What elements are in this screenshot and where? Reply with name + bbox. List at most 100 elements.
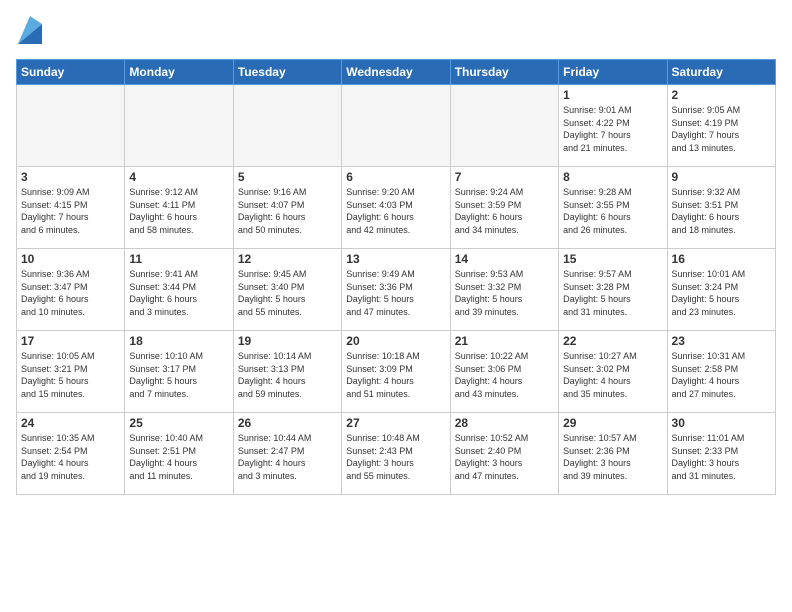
day-info: Sunrise: 10:14 AMSunset: 3:13 PMDaylight… xyxy=(238,350,337,400)
day-number: 22 xyxy=(563,334,662,348)
week-row-2: 3 Sunrise: 9:09 AMSunset: 4:15 PMDaylight… xyxy=(17,167,776,249)
day-number: 14 xyxy=(455,252,554,266)
day-info: Sunrise: 10:01 AMSunset: 3:24 PMDaylight… xyxy=(672,268,771,318)
day-info: Sunrise: 9:41 AMSunset: 3:44 PMDaylight:… xyxy=(129,268,228,318)
day-cell: 11 Sunrise: 9:41 AMSunset: 3:44 PMDayligh… xyxy=(125,249,233,331)
day-info: Sunrise: 11:01 AMSunset: 2:33 PMDaylight… xyxy=(672,432,771,482)
day-cell xyxy=(17,85,125,167)
day-number: 17 xyxy=(21,334,120,348)
day-number: 28 xyxy=(455,416,554,430)
day-cell: 23Sunrise: 10:31 AMSunset: 2:58 PMDaylig… xyxy=(667,331,775,413)
day-number: 11 xyxy=(129,252,228,266)
day-cell xyxy=(342,85,450,167)
day-cell: 22 Sunrise: 10:27 AMSunset: 3:02 PMDaylig… xyxy=(559,331,667,413)
day-number: 30 xyxy=(672,416,771,430)
week-row-5: 24 Sunrise: 10:35 AMSunset: 2:54 PMDaylig… xyxy=(17,413,776,495)
col-header-sunday: Sunday xyxy=(17,60,125,85)
day-number: 13 xyxy=(346,252,445,266)
day-info: Sunrise: 9:32 AMSunset: 3:51 PMDaylight:… xyxy=(672,186,771,236)
day-cell: 30 Sunrise: 11:01 AMSunset: 2:33 PMDaylig… xyxy=(667,413,775,495)
day-cell: 4 Sunrise: 9:12 AMSunset: 4:11 PMDaylight… xyxy=(125,167,233,249)
day-info: Sunrise: 9:49 AMSunset: 3:36 PMDaylight:… xyxy=(346,268,445,318)
day-info: Sunrise: 10:57 AMSunset: 2:36 PMDaylight… xyxy=(563,432,662,482)
col-header-friday: Friday xyxy=(559,60,667,85)
day-cell xyxy=(125,85,233,167)
day-cell: 27Sunrise: 10:48 AMSunset: 2:43 PMDaylig… xyxy=(342,413,450,495)
day-info: Sunrise: 9:16 AMSunset: 4:07 PMDaylight:… xyxy=(238,186,337,236)
day-cell: 29 Sunrise: 10:57 AMSunset: 2:36 PMDaylig… xyxy=(559,413,667,495)
day-number: 20 xyxy=(346,334,445,348)
day-number: 4 xyxy=(129,170,228,184)
day-cell: 25 Sunrise: 10:40 AMSunset: 2:51 PMDaylig… xyxy=(125,413,233,495)
day-info: Sunrise: 9:24 AMSunset: 3:59 PMDaylight:… xyxy=(455,186,554,236)
day-cell: 3 Sunrise: 9:09 AMSunset: 4:15 PMDaylight… xyxy=(17,167,125,249)
day-number: 8 xyxy=(563,170,662,184)
day-number: 21 xyxy=(455,334,554,348)
day-info: Sunrise: 10:48 AMSunset: 2:43 PMDaylight… xyxy=(346,432,445,482)
day-cell: 20Sunrise: 10:18 AMSunset: 3:09 PMDaylig… xyxy=(342,331,450,413)
day-info: Sunrise: 10:31 AMSunset: 2:58 PMDaylight… xyxy=(672,350,771,400)
day-number: 24 xyxy=(21,416,120,430)
day-info: Sunrise: 10:27 AMSunset: 3:02 PMDaylight… xyxy=(563,350,662,400)
day-number: 5 xyxy=(238,170,337,184)
day-info: Sunrise: 10:10 AMSunset: 3:17 PMDaylight… xyxy=(129,350,228,400)
day-info: Sunrise: 10:44 AMSunset: 2:47 PMDaylight… xyxy=(238,432,337,482)
page: SundayMondayTuesdayWednesdayThursdayFrid… xyxy=(0,0,792,612)
day-number: 3 xyxy=(21,170,120,184)
day-number: 9 xyxy=(672,170,771,184)
day-info: Sunrise: 9:20 AMSunset: 4:03 PMDaylight:… xyxy=(346,186,445,236)
day-info: Sunrise: 9:53 AMSunset: 3:32 PMDaylight:… xyxy=(455,268,554,318)
week-row-1: 1 Sunrise: 9:01 AMSunset: 4:22 PMDaylight… xyxy=(17,85,776,167)
day-info: Sunrise: 10:52 AMSunset: 2:40 PMDaylight… xyxy=(455,432,554,482)
day-info: Sunrise: 10:40 AMSunset: 2:51 PMDaylight… xyxy=(129,432,228,482)
logo xyxy=(16,16,42,49)
day-cell: 13 Sunrise: 9:49 AMSunset: 3:36 PMDayligh… xyxy=(342,249,450,331)
col-header-wednesday: Wednesday xyxy=(342,60,450,85)
day-info: Sunrise: 10:05 AMSunset: 3:21 PMDaylight… xyxy=(21,350,120,400)
day-info: Sunrise: 10:22 AMSunset: 3:06 PMDaylight… xyxy=(455,350,554,400)
day-cell: 5 Sunrise: 9:16 AMSunset: 4:07 PMDaylight… xyxy=(233,167,341,249)
day-cell: 28 Sunrise: 10:52 AMSunset: 2:40 PMDaylig… xyxy=(450,413,558,495)
day-cell: 6 Sunrise: 9:20 AMSunset: 4:03 PMDaylight… xyxy=(342,167,450,249)
day-number: 6 xyxy=(346,170,445,184)
col-header-thursday: Thursday xyxy=(450,60,558,85)
day-info: Sunrise: 10:35 AMSunset: 2:54 PMDaylight… xyxy=(21,432,120,482)
day-number: 2 xyxy=(672,88,771,102)
day-cell: 21 Sunrise: 10:22 AMSunset: 3:06 PMDaylig… xyxy=(450,331,558,413)
day-number: 26 xyxy=(238,416,337,430)
col-header-tuesday: Tuesday xyxy=(233,60,341,85)
day-number: 10 xyxy=(21,252,120,266)
day-cell: 14 Sunrise: 9:53 AMSunset: 3:32 PMDayligh… xyxy=(450,249,558,331)
day-cell: 26 Sunrise: 10:44 AMSunset: 2:47 PMDaylig… xyxy=(233,413,341,495)
day-cell: 8 Sunrise: 9:28 AMSunset: 3:55 PMDaylight… xyxy=(559,167,667,249)
day-cell: 7 Sunrise: 9:24 AMSunset: 3:59 PMDaylight… xyxy=(450,167,558,249)
day-number: 1 xyxy=(563,88,662,102)
day-number: 29 xyxy=(563,416,662,430)
day-info: Sunrise: 9:09 AMSunset: 4:15 PMDaylight:… xyxy=(21,186,120,236)
header xyxy=(16,16,776,49)
day-cell: 24 Sunrise: 10:35 AMSunset: 2:54 PMDaylig… xyxy=(17,413,125,495)
week-row-4: 17 Sunrise: 10:05 AMSunset: 3:21 PMDaylig… xyxy=(17,331,776,413)
logo-icon xyxy=(18,16,42,44)
day-cell: 17 Sunrise: 10:05 AMSunset: 3:21 PMDaylig… xyxy=(17,331,125,413)
header-row: SundayMondayTuesdayWednesdayThursdayFrid… xyxy=(17,60,776,85)
day-cell: 18 Sunrise: 10:10 AMSunset: 3:17 PMDaylig… xyxy=(125,331,233,413)
calendar: SundayMondayTuesdayWednesdayThursdayFrid… xyxy=(16,59,776,495)
day-info: Sunrise: 9:45 AMSunset: 3:40 PMDaylight:… xyxy=(238,268,337,318)
day-info: Sunrise: 9:57 AMSunset: 3:28 PMDaylight:… xyxy=(563,268,662,318)
day-cell: 19Sunrise: 10:14 AMSunset: 3:13 PMDaylig… xyxy=(233,331,341,413)
day-number: 7 xyxy=(455,170,554,184)
day-cell: 2Sunrise: 9:05 AMSunset: 4:19 PMDaylight… xyxy=(667,85,775,167)
day-info: Sunrise: 9:01 AMSunset: 4:22 PMDaylight:… xyxy=(563,104,662,154)
day-number: 18 xyxy=(129,334,228,348)
week-row-3: 10Sunrise: 9:36 AMSunset: 3:47 PMDayligh… xyxy=(17,249,776,331)
day-cell: 12 Sunrise: 9:45 AMSunset: 3:40 PMDayligh… xyxy=(233,249,341,331)
day-number: 12 xyxy=(238,252,337,266)
day-number: 25 xyxy=(129,416,228,430)
col-header-saturday: Saturday xyxy=(667,60,775,85)
day-cell: 10Sunrise: 9:36 AMSunset: 3:47 PMDayligh… xyxy=(17,249,125,331)
day-info: Sunrise: 9:28 AMSunset: 3:55 PMDaylight:… xyxy=(563,186,662,236)
day-cell: 1 Sunrise: 9:01 AMSunset: 4:22 PMDaylight… xyxy=(559,85,667,167)
col-header-monday: Monday xyxy=(125,60,233,85)
day-info: Sunrise: 9:12 AMSunset: 4:11 PMDaylight:… xyxy=(129,186,228,236)
